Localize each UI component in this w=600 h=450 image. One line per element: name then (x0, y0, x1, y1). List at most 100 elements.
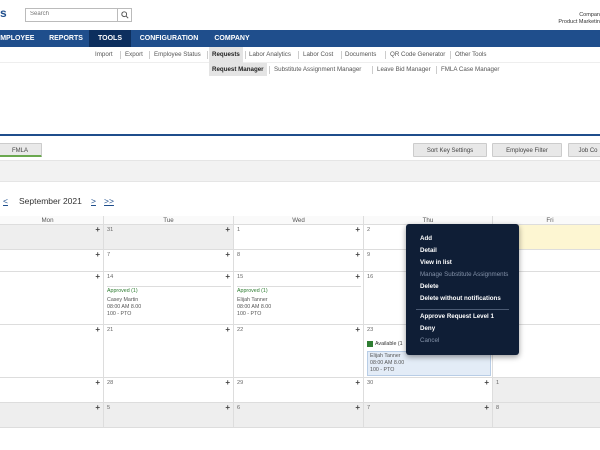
day-cell[interactable]: 30 + (364, 378, 493, 403)
add-icon[interactable]: + (355, 225, 360, 234)
day-cell[interactable]: + (0, 272, 104, 325)
product-marketing-label: Product Marketin (558, 19, 600, 25)
next-month-link[interactable]: > (91, 196, 96, 206)
add-icon[interactable]: + (95, 378, 100, 387)
add-icon[interactable]: + (225, 225, 230, 234)
day-cell[interactable]: + (0, 225, 104, 250)
subnav-employee-status[interactable]: Employee Status (154, 47, 201, 63)
day-cell[interactable]: + (0, 325, 104, 378)
day-cell[interactable]: 22 + (234, 325, 364, 378)
add-icon[interactable]: + (95, 403, 100, 412)
prev-month-link[interactable]: < (3, 196, 8, 206)
section-divider (0, 134, 600, 136)
search-icon[interactable] (117, 8, 131, 22)
day-cell[interactable]: + (0, 378, 104, 403)
subnav-leave-bid-manager[interactable]: Leave Bid Manager (377, 63, 431, 76)
day-number: 2 (367, 227, 371, 233)
add-icon[interactable]: + (355, 325, 360, 334)
add-icon[interactable]: + (95, 225, 100, 234)
add-icon[interactable]: + (355, 403, 360, 412)
add-icon[interactable]: + (95, 250, 100, 259)
day-number: 5 (107, 405, 111, 411)
subnav-export[interactable]: Export (125, 47, 143, 63)
menu-deny[interactable]: Deny (420, 325, 435, 332)
day-cell[interactable]: 21 + (104, 325, 234, 378)
subnav-labor-analytics[interactable]: Labor Analytics (249, 47, 291, 63)
subnav-import[interactable]: Import (95, 47, 113, 63)
day-number: 22 (237, 327, 244, 333)
request-event[interactable]: Approved (1) Casey Martin 08:00 AM 8.00 … (107, 286, 231, 318)
day-cell[interactable]: 31 + (104, 225, 234, 250)
day-cell[interactable]: 1 + (234, 225, 364, 250)
nav-employee[interactable]: EMPLOYEE (0, 30, 38, 47)
day-cell[interactable]: 8 (493, 403, 600, 428)
subnav-request-manager[interactable]: Request Manager (209, 63, 267, 76)
day-cell[interactable]: 28 + (104, 378, 234, 403)
add-icon[interactable]: + (484, 378, 489, 387)
top-bar: s Compan Product Marketin (0, 0, 600, 30)
day-cell[interactable]: 15 + Approved (1) Elijah Tanner 08:00 AM … (234, 272, 364, 325)
menu-detail[interactable]: Detail (420, 247, 437, 254)
event-time: 08:00 AM 8.00 (107, 304, 142, 310)
day-number: 28 (107, 380, 114, 386)
add-icon[interactable]: + (225, 250, 230, 259)
add-icon[interactable]: + (355, 250, 360, 259)
subnav-other-tools[interactable]: Other Tools (455, 47, 487, 63)
day-cell[interactable]: 7 + (104, 250, 234, 272)
main-nav: EMPLOYEE REPORTS TOOLS CONFIGURATION COM… (0, 30, 600, 47)
add-icon[interactable]: + (225, 378, 230, 387)
add-icon[interactable]: + (95, 272, 100, 281)
menu-delete-without-notifications[interactable]: Delete without notifications (420, 295, 501, 302)
subnav-documents[interactable]: Documents (345, 47, 376, 63)
status-square-icon (367, 340, 373, 347)
fmla-button[interactable]: FMLA (0, 143, 42, 157)
day-number: 9 (367, 252, 371, 258)
app-logo[interactable]: s (0, 6, 7, 20)
search-input[interactable] (30, 11, 118, 17)
day-cell[interactable]: 14 + Approved (1) Casey Martin 08:00 AM 8… (104, 272, 234, 325)
menu-cancel: Cancel (420, 337, 440, 344)
day-number: 8 (237, 252, 241, 258)
add-icon[interactable]: + (225, 325, 230, 334)
subnav-fmla-case-manager[interactable]: FMLA Case Manager (441, 63, 499, 76)
nav-company[interactable]: COMPANY (207, 30, 257, 47)
request-event[interactable]: Approved (1) Elijah Tanner 08:00 AM 8.00… (237, 286, 361, 318)
nav-reports[interactable]: REPORTS (42, 30, 90, 47)
nav-tools[interactable]: TOOLS (89, 30, 131, 47)
day-cell[interactable]: 7 + (364, 403, 493, 428)
add-icon[interactable]: + (225, 403, 230, 412)
menu-view-in-list[interactable]: View in list (420, 259, 452, 266)
day-cell[interactable]: 5 + (104, 403, 234, 428)
sort-key-settings-button[interactable]: Sort Key Settings (413, 143, 487, 157)
employee-filter-button[interactable]: Employee Filter (492, 143, 562, 157)
subnav-requests[interactable]: Requests (209, 47, 243, 63)
day-cell[interactable]: + (0, 250, 104, 272)
day-header-mon: Mon (0, 216, 104, 225)
event-status: Available (1 (375, 341, 403, 347)
nav-configuration[interactable]: CONFIGURATION (133, 30, 205, 47)
subnav-labor-cost[interactable]: Labor Cost (303, 47, 333, 63)
subnav-qr-code-generator[interactable]: QR Code Generator (390, 47, 445, 63)
subnav-substitute-assignment-manager[interactable]: Substitute Assignment Manager (274, 63, 361, 76)
menu-approve-level1[interactable]: Approve Request Level 1 (420, 313, 494, 320)
day-cell[interactable]: + (0, 403, 104, 428)
day-cell[interactable]: 29 + (234, 378, 364, 403)
day-cell[interactable]: 8 + (234, 250, 364, 272)
add-icon[interactable]: + (355, 272, 360, 281)
job-code-button[interactable]: Job Co (568, 143, 600, 157)
add-icon[interactable]: + (355, 378, 360, 387)
menu-delete[interactable]: Delete (420, 283, 439, 290)
add-icon[interactable]: + (484, 403, 489, 412)
day-number: 21 (107, 327, 114, 333)
add-icon[interactable]: + (225, 272, 230, 281)
day-header-wed: Wed (234, 216, 364, 225)
menu-add[interactable]: Add (420, 235, 432, 242)
day-cell[interactable]: 1 (493, 378, 600, 403)
day-number: 15 (237, 274, 244, 280)
day-cell[interactable]: 6 + (234, 403, 364, 428)
add-icon[interactable]: + (95, 325, 100, 334)
day-number: 23 (367, 327, 374, 333)
search-box[interactable] (25, 8, 132, 22)
divider (385, 51, 386, 59)
next-fast-link[interactable]: >> (104, 196, 114, 206)
